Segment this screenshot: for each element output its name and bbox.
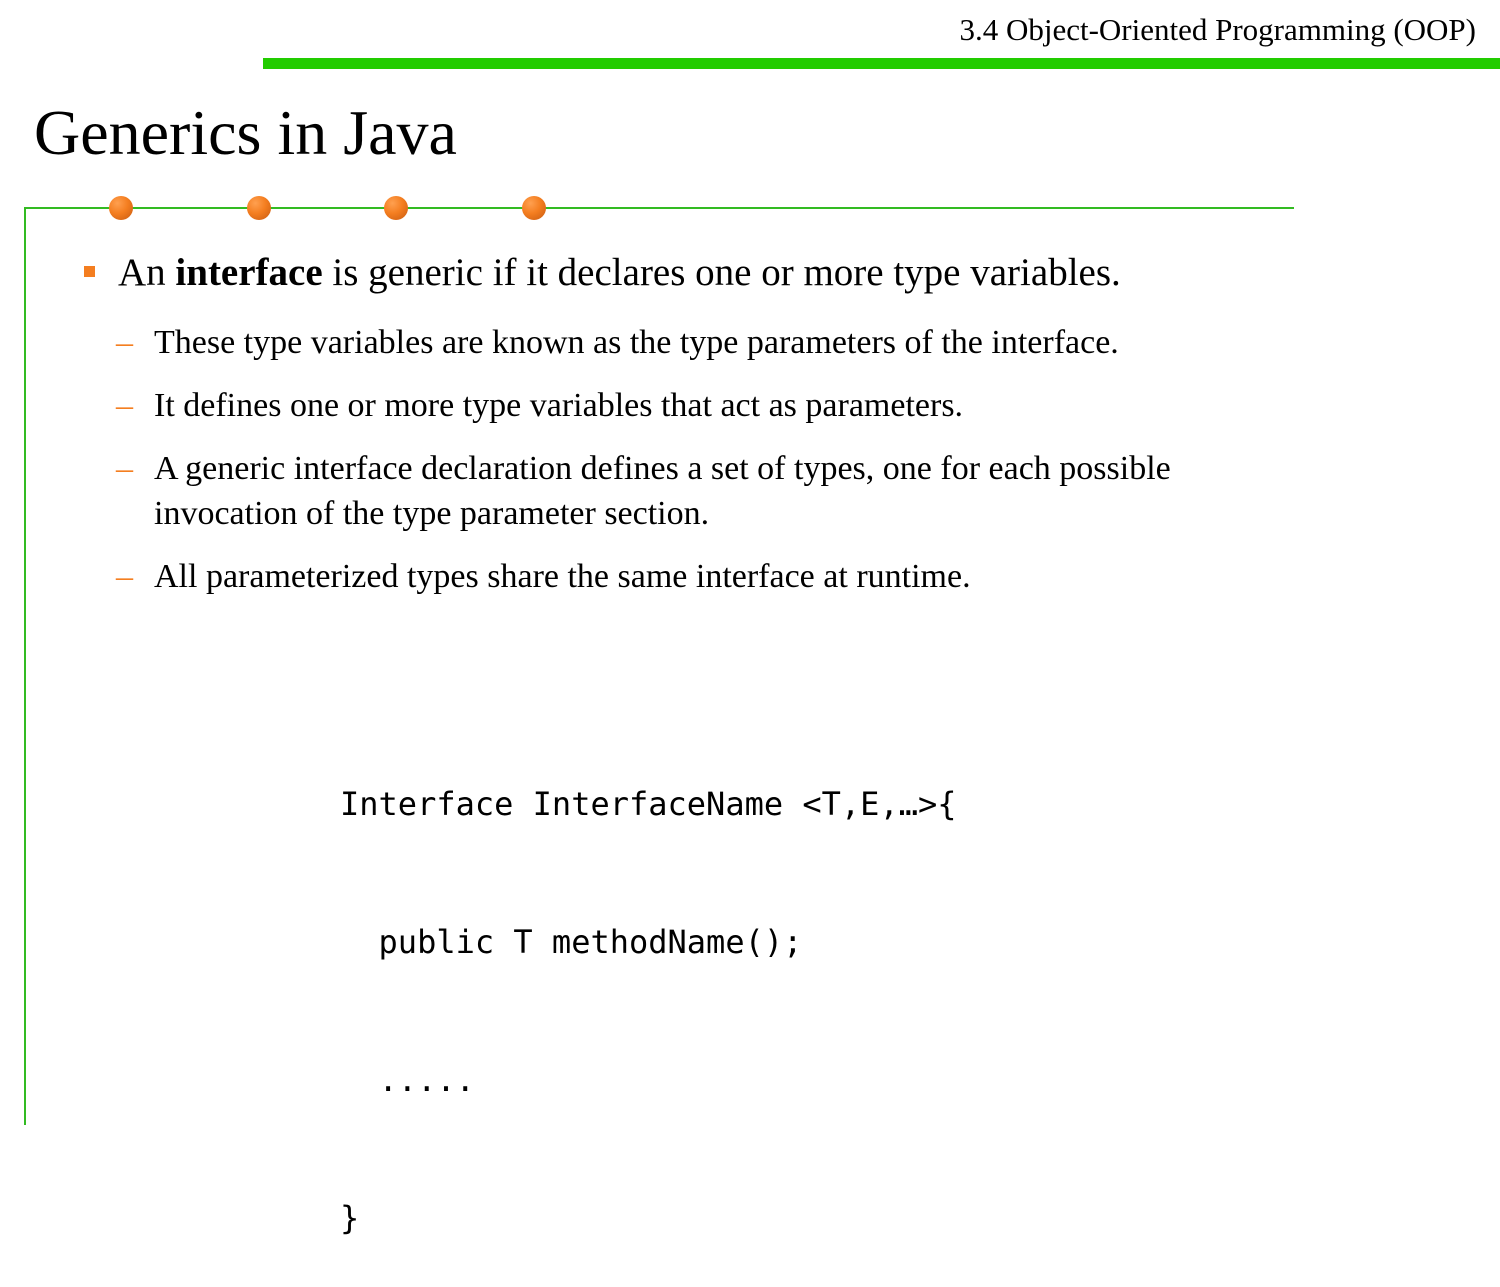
dash-icon: – xyxy=(116,324,133,361)
dash-icon: – xyxy=(116,558,133,595)
sub-bullet-text: All parameterized types share the same i… xyxy=(154,558,971,595)
sub-bullet-text: It defines one or more type variables th… xyxy=(154,387,964,424)
sub-bullet-text: A generic interface declaration defines … xyxy=(154,450,1171,487)
sub-bullet-3: – A generic interface declaration define… xyxy=(116,446,1171,536)
main-bullet-prefix: An xyxy=(118,251,176,294)
header-section-title: 3.4 Object-Oriented Programming (OOP) xyxy=(959,12,1476,47)
frame-top-line xyxy=(24,207,1294,209)
slide-title: Generics in Java xyxy=(34,97,457,168)
main-bullet-suffix: is generic if it declares one or more ty… xyxy=(322,251,1121,294)
dash-icon: – xyxy=(116,450,133,487)
decorative-dot-1 xyxy=(109,196,133,220)
code-block: Interface InterfaceName <T,E,…>{ public … xyxy=(340,689,957,1287)
main-bullet: An interface is generic if it declares o… xyxy=(84,250,1121,297)
sub-bullet-1: – These type variables are known as the … xyxy=(116,320,1119,365)
sub-bullet-text-continued: invocation of the type parameter section… xyxy=(154,495,710,532)
square-bullet-icon xyxy=(84,266,95,277)
frame-left-line xyxy=(24,207,26,1125)
header-bar xyxy=(263,58,1500,69)
main-bullet-emphasis: interface xyxy=(175,251,323,294)
decorative-dot-2 xyxy=(247,196,271,220)
decorative-dot-4 xyxy=(522,196,546,220)
code-line: Interface InterfaceName <T,E,…>{ xyxy=(340,785,957,823)
sub-bullet-4: – All parameterized types share the same… xyxy=(116,554,971,599)
code-line: ..... xyxy=(340,1061,475,1099)
sub-bullet-2: – It defines one or more type variables … xyxy=(116,383,964,428)
code-line: } xyxy=(340,1199,360,1237)
sub-bullet-text: These type variables are known as the ty… xyxy=(154,324,1119,361)
code-line: public T methodName(); xyxy=(340,923,803,961)
dash-icon: – xyxy=(116,387,133,424)
decorative-dot-3 xyxy=(384,196,408,220)
